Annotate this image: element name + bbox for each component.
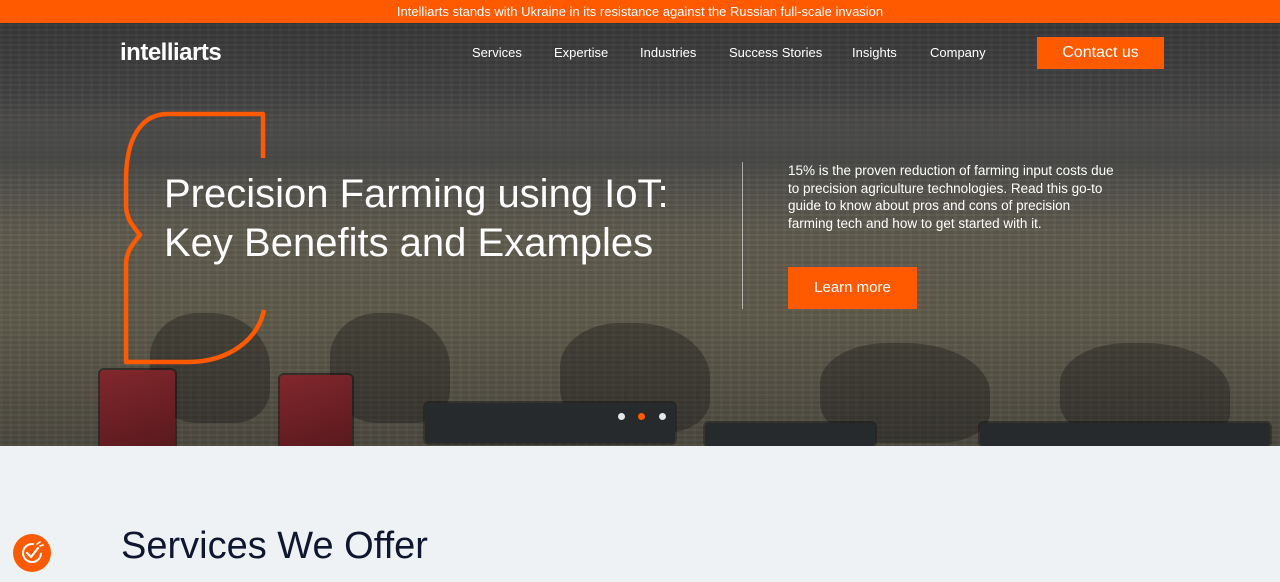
logo-text: intelliarts xyxy=(120,39,222,66)
services-section-title: Services We Offer xyxy=(121,525,428,567)
carousel-dot-3[interactable] xyxy=(659,413,666,420)
nav-item-insights[interactable]: Insights xyxy=(852,45,897,60)
carousel-dot-1[interactable] xyxy=(618,413,625,420)
banner-text: Intelliarts stands with Ukraine in its r… xyxy=(396,4,884,19)
check-badge-icon xyxy=(22,541,44,563)
hero-title: Precision Farming using IoT: Key Benefit… xyxy=(164,172,669,265)
carousel-dot-2[interactable] xyxy=(638,413,645,420)
nav-item-company[interactable]: Company xyxy=(930,45,986,60)
learn-more-button[interactable]: Learn more xyxy=(788,267,917,309)
nav-item-services[interactable]: Services xyxy=(472,45,522,60)
contact-us-button[interactable]: Contact us xyxy=(1037,37,1164,69)
nav-item-success-stories[interactable]: Success Stories xyxy=(729,45,822,60)
announcement-banner: Intelliarts stands with Ukraine in its r… xyxy=(0,0,1280,23)
hero-divider xyxy=(742,162,743,309)
nav-item-industries[interactable]: Industries xyxy=(640,45,696,60)
intelliarts-logo[interactable]: intelliarts xyxy=(120,39,222,67)
floating-widget-button[interactable] xyxy=(13,534,51,572)
nav-item-expertise[interactable]: Expertise xyxy=(554,45,608,60)
hero-description: 15% is the proven reduction of farming i… xyxy=(788,163,1114,231)
